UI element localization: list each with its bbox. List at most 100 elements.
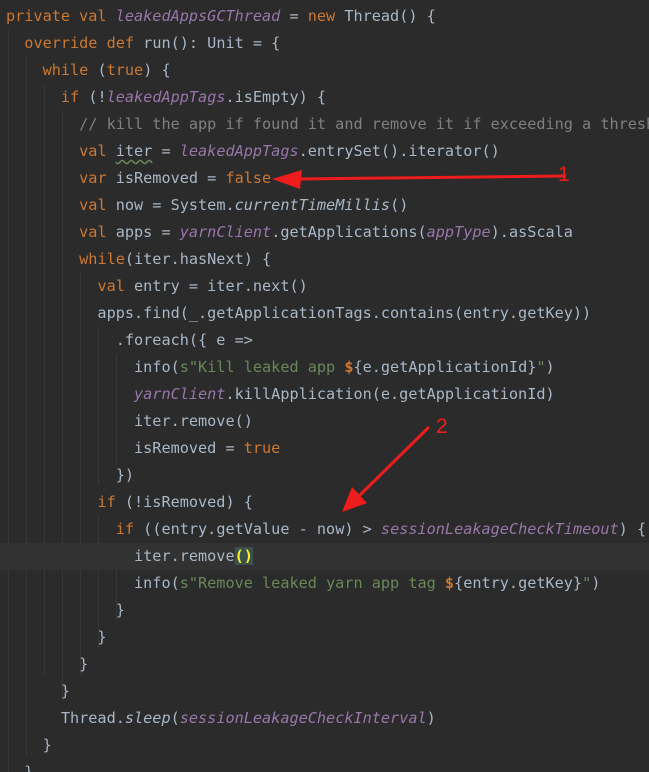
code-token: s"Remove leaked yarn app tag <box>179 574 445 592</box>
code-token: while <box>42 61 98 79</box>
code-line[interactable]: if (!isRemoved) { <box>6 489 252 516</box>
code-token: // kill the app if found it and remove i… <box>79 115 649 133</box>
code-token: leakedAppsGCThread <box>115 7 281 25</box>
code-line[interactable]: apps.find(_.getApplicationTags.contains(… <box>6 300 591 327</box>
code-line[interactable]: info(s"Kill leaked app ${e.getApplicatio… <box>6 354 555 381</box>
annotation-arrow-2-head <box>342 487 367 512</box>
code-line[interactable]: while (true) { <box>6 57 171 84</box>
code-token: (iter.hasNext) { <box>124 250 272 268</box>
code-token: val <box>79 223 116 241</box>
code-token: () <box>234 547 253 565</box>
code-token: sessionLeakageCheckInterval <box>179 709 427 727</box>
code-token: } <box>6 682 71 700</box>
code-line[interactable]: info(s"Remove leaked yarn app tag ${entr… <box>6 570 600 597</box>
code-line[interactable]: val now = System.currentTimeMillis() <box>6 192 408 219</box>
annotation-arrow-1-head <box>272 170 302 189</box>
code-token: .isEmpty) { <box>225 88 327 106</box>
code-line[interactable]: val apps = yarnClient.getApplications(ap… <box>6 219 573 246</box>
code-token: info( <box>6 358 180 376</box>
code-token: " <box>536 358 546 376</box>
code-line[interactable]: isRemoved = true <box>6 435 280 462</box>
code-line[interactable]: var isRemoved = false <box>6 165 271 192</box>
code-token: } <box>6 763 34 772</box>
code-line[interactable]: if (!leakedAppTags.isEmpty) { <box>6 84 326 111</box>
code-token: val <box>97 277 135 295</box>
code-line[interactable]: } <box>6 678 70 705</box>
code-token: ) { <box>143 61 171 79</box>
code-line[interactable]: iter.remove() <box>0 543 649 570</box>
code-line[interactable]: // kill the app if found it and remove i… <box>6 111 649 138</box>
code-line[interactable]: } <box>6 651 88 678</box>
annotation-label-1: 1 <box>558 163 570 186</box>
code-token: run(): Unit = { <box>143 34 281 52</box>
code-token: Thread() { <box>344 7 436 25</box>
code-line[interactable]: private val leakedAppsGCThread = new Thr… <box>6 3 436 30</box>
code-token: var <box>79 169 116 187</box>
code-line[interactable]: yarnClient.killApplication(e.getApplicat… <box>6 381 555 408</box>
code-token: while <box>79 250 125 268</box>
code-token: () <box>390 196 409 214</box>
code-line[interactable]: Thread.sleep(sessionLeakageCheckInterval… <box>6 705 436 732</box>
code-token: yarnClient <box>179 223 272 241</box>
code-token: = <box>152 142 180 160</box>
code-token: ) <box>591 574 601 592</box>
code-token: ) { <box>618 520 647 538</box>
code-token: } <box>6 655 89 673</box>
code-token: leakedAppTags <box>106 88 226 106</box>
code-line[interactable]: } <box>6 624 106 651</box>
code-token: ).asScala <box>490 223 573 241</box>
code-token: override def <box>24 34 144 52</box>
code-token: .entrySet().iterator() <box>298 142 500 160</box>
code-line[interactable]: } <box>6 597 125 624</box>
code-token: sleep <box>124 709 171 727</box>
code-token: isRemoved = <box>6 439 244 457</box>
code-token: }) <box>6 466 135 484</box>
code-line[interactable]: iter.remove() <box>6 408 253 435</box>
code-line[interactable]: while(iter.hasNext) { <box>6 246 271 273</box>
code-token: apps.find(_.getApplicationTags.contains(… <box>6 304 592 322</box>
code-token: if <box>60 88 89 106</box>
code-line[interactable]: override def run(): Unit = { <box>6 30 280 57</box>
code-token: ) <box>426 709 436 727</box>
code-token: if <box>97 493 125 511</box>
code-token: .getApplications( <box>271 223 427 241</box>
code-token: s"Kill leaked app <box>179 358 345 376</box>
code-token: (! <box>88 88 107 106</box>
code-token: true <box>243 439 281 457</box>
code-token: ) <box>545 358 555 376</box>
code-line[interactable]: .foreach({ e => <box>6 327 253 354</box>
code-line[interactable]: if ((entry.getValue - now) > sessionLeak… <box>6 516 646 543</box>
code-token: now = System. <box>115 196 235 214</box>
annotation-arrow-2-shaft <box>356 425 431 499</box>
code-line[interactable]: val iter = leakedAppTags.entrySet().iter… <box>6 138 500 165</box>
code-token: $ <box>444 574 455 592</box>
annotation-label-2: 2 <box>436 415 448 438</box>
annotation-arrow-1-shaft <box>297 174 567 181</box>
code-editor[interactable]: private val leakedAppsGCThread = new Thr… <box>0 0 649 772</box>
code-line[interactable]: }) <box>6 462 134 489</box>
code-line[interactable]: val entry = iter.next() <box>6 273 307 300</box>
code-token: } <box>6 601 125 619</box>
code-line[interactable]: } <box>6 759 33 772</box>
code-token: new <box>307 7 345 25</box>
code-line[interactable]: } <box>6 732 52 759</box>
code-token: leakedAppTags <box>179 142 299 160</box>
code-token: private val <box>6 7 116 25</box>
code-token: sessionLeakageCheckTimeout <box>380 520 619 538</box>
code-token: } <box>6 736 52 754</box>
code-token: .killApplication(e.getApplicationId) <box>225 385 555 403</box>
code-token: Thread. <box>6 709 125 727</box>
code-token: " <box>582 574 592 592</box>
code-token: val <box>79 142 116 160</box>
code-token: isRemoved = <box>115 169 226 187</box>
